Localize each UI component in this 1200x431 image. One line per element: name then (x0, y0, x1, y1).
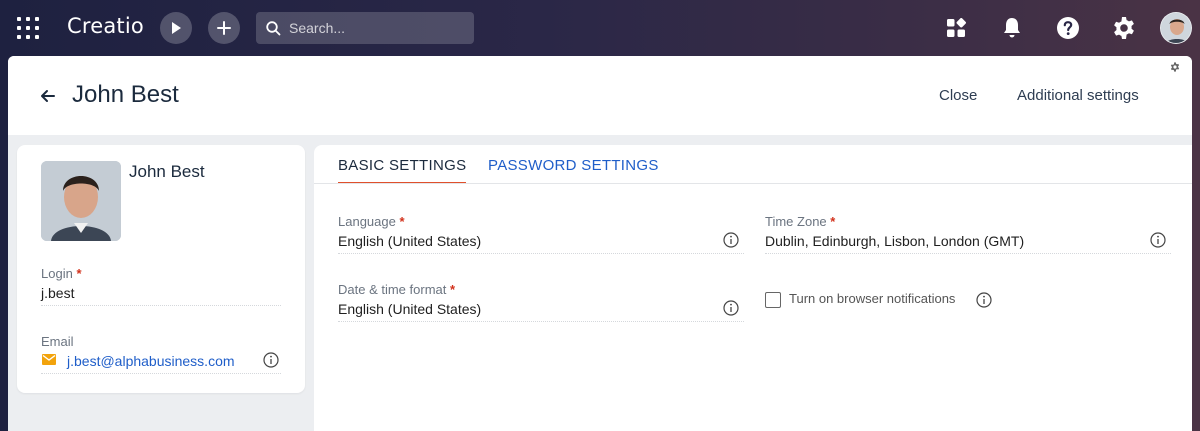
timezone-label: Time Zone * (765, 214, 835, 229)
language-label-text: Language (338, 214, 396, 229)
timezone-field[interactable]: Dublin, Edinburgh, Lisbon, London (GMT) (765, 233, 1024, 249)
user-photo-icon (1161, 13, 1191, 43)
info-icon[interactable] (723, 300, 739, 316)
info-icon[interactable] (976, 292, 992, 308)
close-button[interactable]: Close (939, 87, 977, 104)
search-icon (266, 20, 281, 35)
timezone-field-underline (765, 253, 1171, 254)
play-icon (172, 22, 181, 34)
profile-card: John Best Login * j.best Email j.best@al… (17, 145, 305, 393)
browser-notifications-label[interactable]: Turn on browser notifications (789, 291, 955, 306)
login-field[interactable]: j.best (41, 285, 74, 301)
language-field-underline (338, 253, 744, 254)
required-mark: * (76, 266, 82, 281)
plus-icon (217, 21, 231, 35)
dashboard-icon (947, 18, 966, 37)
page-settings-icon[interactable] (1170, 62, 1180, 72)
required-mark: * (399, 214, 405, 229)
notifications-button[interactable] (998, 14, 1026, 42)
run-process-button[interactable] (160, 12, 192, 44)
info-icon[interactable] (1150, 232, 1166, 248)
tab-basic-settings[interactable]: BASIC SETTINGS (338, 157, 467, 184)
global-search[interactable] (256, 12, 474, 44)
timezone-label-text: Time Zone (765, 214, 827, 229)
email-link[interactable]: j.best@alphabusiness.com (67, 353, 235, 369)
user-avatar[interactable] (1160, 12, 1192, 44)
required-mark: * (450, 282, 456, 297)
creatio-logo: Creatio (67, 14, 144, 38)
login-field-underline (41, 305, 281, 306)
help-button[interactable] (1054, 14, 1082, 42)
login-label-text: Login (41, 266, 73, 281)
bell-icon (1004, 18, 1020, 38)
search-input[interactable] (289, 20, 459, 36)
email-label: Email (41, 334, 74, 349)
user-profile-page: John Best Close Additional settings John… (8, 56, 1192, 431)
info-icon[interactable] (263, 352, 279, 368)
profile-photo[interactable] (41, 161, 121, 241)
login-label: Login * (41, 266, 82, 281)
help-icon (1057, 17, 1079, 39)
language-label: Language * (338, 214, 405, 229)
required-mark: * (830, 214, 836, 229)
tabs-divider (314, 183, 1192, 184)
browser-notifications-checkbox[interactable] (765, 292, 781, 308)
dashboard-button[interactable] (942, 14, 970, 42)
settings-panel: BASIC SETTINGS PASSWORD SETTINGS Languag… (314, 145, 1192, 431)
system-settings-button[interactable] (1110, 14, 1138, 42)
datetime-format-field[interactable]: English (United States) (338, 301, 481, 317)
apps-grid-icon[interactable] (17, 17, 39, 39)
back-arrow-icon[interactable] (38, 86, 58, 106)
page-header: John Best Close Additional settings (8, 56, 1192, 135)
gear-icon (1114, 17, 1134, 39)
info-icon[interactable] (723, 232, 739, 248)
additional-settings-button[interactable]: Additional settings (1017, 87, 1139, 104)
email-icon (42, 354, 56, 365)
create-button[interactable] (208, 12, 240, 44)
tab-password-settings[interactable]: PASSWORD SETTINGS (488, 157, 659, 182)
language-field[interactable]: English (United States) (338, 233, 481, 249)
profile-name: John Best (129, 162, 205, 181)
page-title: John Best (72, 81, 179, 108)
datetime-format-field-underline (338, 321, 744, 322)
email-field-underline (41, 373, 281, 374)
datetime-format-label: Date & time format * (338, 282, 455, 297)
top-bar: Creatio (0, 0, 1200, 56)
user-photo-icon (41, 161, 121, 241)
datetime-format-label-text: Date & time format (338, 282, 447, 297)
